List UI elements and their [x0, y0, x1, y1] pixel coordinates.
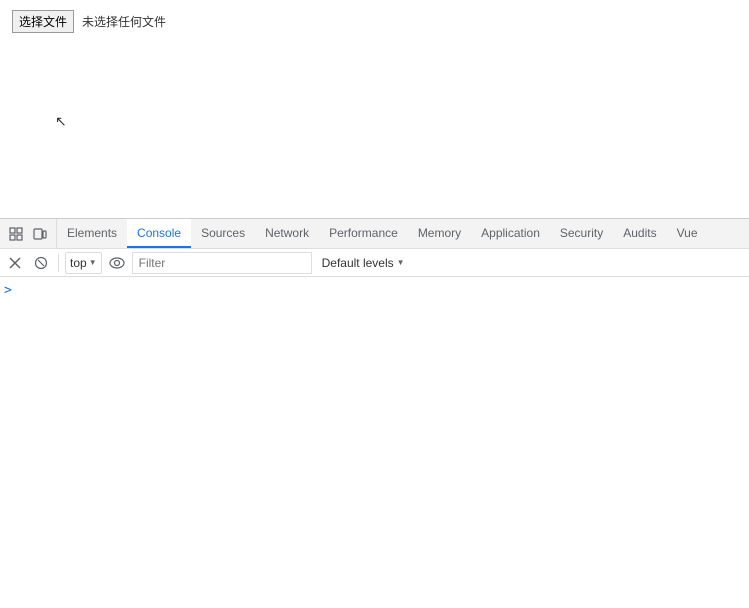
context-dropdown-arrow: ▼ [89, 258, 97, 267]
tab-network[interactable]: Network [255, 219, 319, 248]
default-levels-arrow: ▼ [397, 258, 405, 267]
console-filter-input[interactable] [132, 252, 312, 274]
tab-elements[interactable]: Elements [57, 219, 127, 248]
no-errors-button[interactable] [30, 252, 52, 274]
tab-audits[interactable]: Audits [613, 219, 666, 248]
devtools-icon-group [0, 219, 57, 248]
tab-console[interactable]: Console [127, 219, 191, 248]
toolbar-separator [58, 254, 59, 272]
devtools-tab-list: Elements Console Sources Network Perform… [57, 219, 708, 248]
tab-performance[interactable]: Performance [319, 219, 408, 248]
cursor-icon: ↖ [55, 113, 67, 130]
tab-vue[interactable]: Vue [667, 219, 708, 248]
tab-application[interactable]: Application [471, 219, 550, 248]
inspect-element-icon[interactable] [6, 224, 26, 244]
console-toolbar: top ▼ Default levels ▼ [0, 249, 749, 277]
devtools-panel: Elements Console Sources Network Perform… [0, 218, 749, 608]
clear-console-button[interactable] [4, 252, 26, 274]
default-levels-dropdown[interactable]: Default levels ▼ [316, 254, 411, 272]
devtools-tab-bar: Elements Console Sources Network Perform… [0, 219, 749, 249]
file-choose-button[interactable]: 选择文件 [12, 10, 74, 33]
file-no-selected-label: 未选择任何文件 [82, 13, 166, 30]
console-prompt-symbol: > [4, 283, 12, 298]
file-input-area: 选择文件 未选择任何文件 [0, 0, 749, 43]
default-levels-label: Default levels [322, 256, 394, 270]
context-label: top [70, 256, 87, 270]
device-toolbar-icon[interactable] [30, 224, 50, 244]
context-selector[interactable]: top ▼ [65, 252, 102, 274]
tab-security[interactable]: Security [550, 219, 613, 248]
console-output: > [0, 277, 749, 608]
tab-sources[interactable]: Sources [191, 219, 255, 248]
browser-content: 选择文件 未选择任何文件 ↖ [0, 0, 749, 218]
console-prompt-line[interactable]: > [0, 281, 749, 300]
cursor-area: ↖ [0, 43, 749, 218]
tab-memory[interactable]: Memory [408, 219, 471, 248]
watch-expressions-button[interactable] [106, 252, 128, 274]
